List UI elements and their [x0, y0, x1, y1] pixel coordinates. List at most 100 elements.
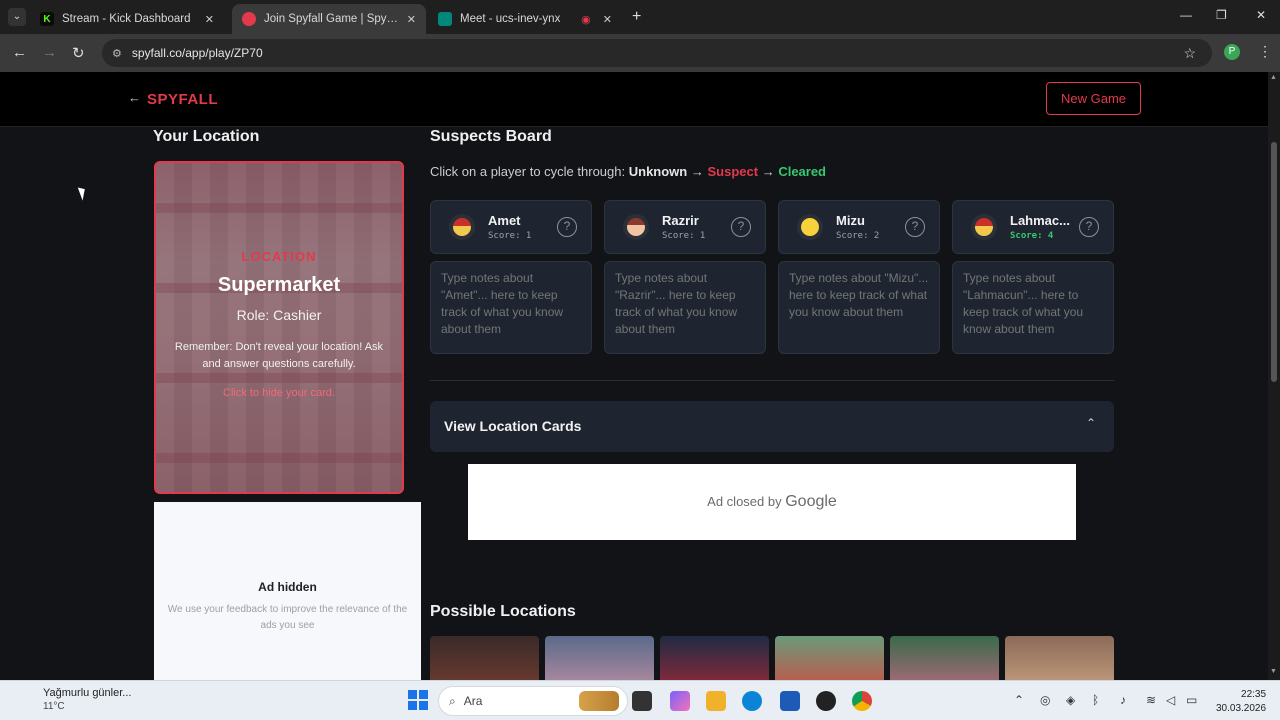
tray-chevron-up-icon[interactable]: ⌃	[1014, 693, 1024, 707]
avatar	[449, 214, 475, 240]
google-logo: Google	[785, 493, 837, 510]
back-arrow-icon[interactable]: ←	[128, 90, 141, 105]
location-thumbnail[interactable]	[660, 636, 769, 680]
avatar	[797, 214, 823, 240]
player-card-razrir[interactable]: Razrir Score: 1 ?	[604, 200, 766, 254]
spyfall-logo[interactable]: SPYFALL	[147, 91, 218, 108]
file-explorer-icon[interactable]	[706, 691, 726, 711]
volume-icon[interactable]: ◁	[1166, 693, 1175, 707]
windows-start-icon[interactable]	[408, 690, 428, 710]
weather-text: Yağmurlu günler...	[43, 687, 132, 699]
player-card-lahmacun[interactable]: Lahmac... Score: 4 ?	[952, 200, 1114, 254]
scroll-down-icon[interactable]: ▼	[1270, 668, 1277, 675]
avatar	[971, 214, 997, 240]
page-content: ← SPYFALL New Game Your Location LOCATIO…	[0, 72, 1268, 680]
site-settings-icon[interactable]: ⚙	[112, 47, 122, 60]
page-scrollbar[interactable]: ▲ ▼	[1268, 72, 1280, 680]
system-clock[interactable]: 22:35 30.03.2026	[1216, 688, 1266, 716]
instruction-prefix: Click on a player to cycle through:	[430, 164, 626, 179]
new-tab-icon[interactable]: +	[632, 8, 641, 26]
recording-icon: ◉	[581, 13, 591, 26]
reminder-text: Remember: Don't reveal your location! As…	[174, 341, 384, 370]
windows-taskbar: Yağmurlu günler... 11°C ⌕ Ara ⌃ ◎ ◈ ᛒ ♪ …	[0, 680, 1280, 720]
player-card-mizu[interactable]: Mizu Score: 2 ?	[778, 200, 940, 254]
browser-tab-bar: ⌄ K Stream - Kick Dashboard ✕ Join Spyfa…	[0, 0, 1280, 34]
suspects-board-title: Suspects Board	[430, 128, 552, 145]
notes-field-mizu[interactable]	[778, 261, 940, 354]
tab-kick-dashboard[interactable]: K Stream - Kick Dashboard ✕	[30, 4, 224, 34]
notes-field-razrir[interactable]	[604, 261, 766, 354]
browser-menu-icon[interactable]: ⋮	[1258, 43, 1272, 60]
microphone-icon[interactable]: ♪	[1120, 693, 1126, 707]
close-tab-icon[interactable]: ✕	[205, 13, 214, 26]
ad-hidden-subtitle: We use your feedback to improve the rele…	[167, 604, 408, 631]
player-avatar-icon	[627, 218, 645, 236]
ad-closed-text: Ad closed by	[707, 494, 782, 509]
tray-app-icon[interactable]: ◈	[1066, 693, 1075, 707]
task-view-icon[interactable]	[632, 691, 652, 711]
battery-icon[interactable]: ▭	[1186, 693, 1197, 707]
state-suspect: Suspect	[707, 164, 759, 179]
location-thumbnail[interactable]	[775, 636, 884, 680]
search-placeholder: Ara	[463, 694, 483, 708]
chrome-icon[interactable]	[852, 691, 872, 711]
question-mark-icon[interactable]: ?	[905, 217, 925, 237]
player-score: Score: 1	[488, 231, 532, 241]
wifi-icon[interactable]: ≋	[1146, 693, 1156, 707]
player-score: Score: 4	[1010, 231, 1054, 241]
question-mark-icon[interactable]: ?	[557, 217, 577, 237]
location-thumbnail[interactable]	[1005, 636, 1114, 680]
arrow-icon: →	[761, 164, 775, 179]
location-card[interactable]: LOCATION Supermarket Role: Cashier Remem…	[154, 161, 404, 494]
view-location-cards-toggle[interactable]: View Location Cards ⌃	[430, 401, 1114, 452]
location-thumbnail[interactable]	[430, 636, 539, 680]
edge-icon[interactable]	[742, 691, 762, 711]
tab-meet[interactable]: Meet - ucs-inev-ynx ◉ ✕	[428, 4, 622, 34]
scroll-up-icon[interactable]: ▲	[1270, 74, 1277, 81]
divider	[430, 380, 1114, 381]
tab-search-button[interactable]: ⌄	[8, 8, 26, 26]
notes-field-lahmacun[interactable]	[952, 261, 1114, 354]
close-window-icon[interactable]: ✕	[1256, 8, 1266, 22]
tab-spyfall[interactable]: Join Spyfall Game | Spyfall Onli ✕	[232, 4, 426, 34]
url-bar[interactable]: ⚙ spyfall.co/app/play/ZP70 ☆	[102, 39, 1212, 67]
taskbar-search[interactable]: ⌕ Ara	[438, 686, 628, 716]
question-mark-icon[interactable]: ?	[731, 217, 751, 237]
close-tab-icon[interactable]: ✕	[603, 13, 612, 26]
player-avatar-icon	[453, 218, 471, 236]
view-location-cards-label: View Location Cards	[444, 418, 582, 434]
copilot-icon[interactable]	[670, 691, 690, 711]
notes-field-amet[interactable]	[430, 261, 592, 354]
close-tab-icon[interactable]: ✕	[407, 13, 416, 26]
bookmark-star-icon[interactable]: ☆	[1183, 45, 1196, 62]
app-icon[interactable]	[816, 691, 836, 711]
location-thumbnail[interactable]	[890, 636, 999, 680]
restore-icon[interactable]: ❐	[1216, 8, 1227, 22]
player-score: Score: 2	[836, 231, 880, 241]
minimize-icon[interactable]: —	[1180, 8, 1192, 22]
hide-card-link[interactable]: Click to hide your card.	[156, 387, 402, 399]
store-icon[interactable]	[780, 691, 800, 711]
player-card-amet[interactable]: Amet Score: 1 ?	[430, 200, 592, 254]
meet-favicon-icon	[438, 12, 452, 26]
forward-icon[interactable]: →	[42, 44, 57, 61]
bluetooth-icon[interactable]: ᛒ	[1092, 693, 1099, 707]
profile-avatar[interactable]: P	[1224, 44, 1240, 60]
suspects-instructions: Click on a player to cycle through: Unkn…	[430, 164, 826, 179]
role-text: Role: Cashier	[236, 307, 322, 323]
scrollbar-thumb[interactable]	[1271, 142, 1277, 382]
ad-hidden-title: Ad hidden	[258, 580, 317, 594]
player-name: Mizu	[836, 213, 865, 228]
possible-locations-title: Possible Locations	[430, 603, 576, 620]
your-location-title: Your Location	[153, 128, 260, 145]
back-icon[interactable]: ←	[12, 44, 27, 61]
reload-icon[interactable]: ↻	[72, 44, 85, 62]
new-game-button[interactable]: New Game	[1046, 82, 1141, 115]
location-thumbnail[interactable]	[545, 636, 654, 680]
clock-date: 30.03.2026	[1216, 703, 1267, 714]
weather-widget[interactable]: Yağmurlu günler... 11°C	[14, 687, 131, 712]
state-cleared: Cleared	[778, 164, 827, 179]
tray-app-icon[interactable]: ◎	[1040, 693, 1050, 707]
player-name: Razrir	[662, 213, 699, 228]
question-mark-icon[interactable]: ?	[1079, 217, 1099, 237]
